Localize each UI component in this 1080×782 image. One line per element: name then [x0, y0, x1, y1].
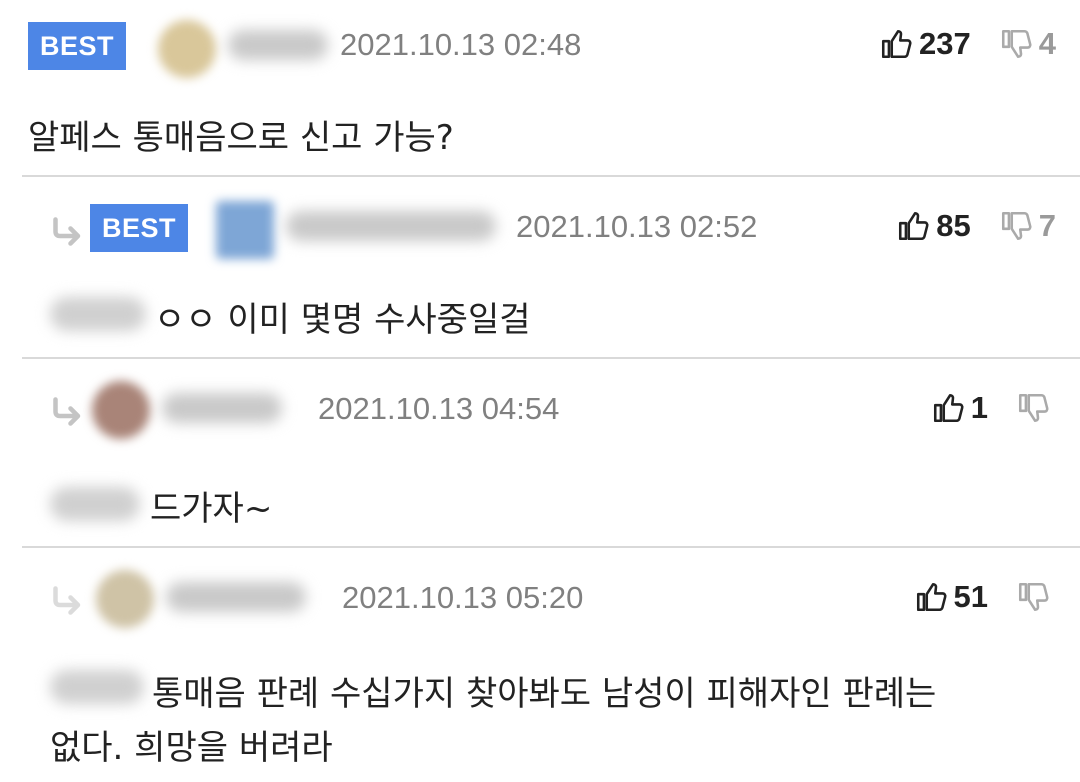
thumbs-up-icon: [896, 209, 930, 243]
comment-date: 2021.10.13 04:54: [318, 391, 560, 426]
nickname-blurred[interactable]: [166, 582, 306, 612]
dislike-button[interactable]: [1016, 580, 1050, 614]
dislike-count: 4: [1038, 26, 1056, 61]
avatar[interactable]: [216, 201, 274, 259]
dislike-button[interactable]: [1016, 391, 1050, 425]
nickname-blurred[interactable]: [162, 393, 282, 423]
comment-4: 2021.10.13 05:20 51 통매음 판례 수십가지 찾아봐도 남성이…: [0, 548, 1080, 782]
thumbs-down-icon: [999, 27, 1033, 61]
thumbs-up-icon: [931, 391, 965, 425]
comment-date: 2021.10.13 02:48: [340, 27, 582, 62]
thumbs-up-icon: [879, 27, 913, 61]
mention-blurred[interactable]: [50, 297, 146, 331]
dislike-button[interactable]: 7: [999, 208, 1056, 244]
comment-1: BEST 2021.10.13 02:48 237 4 알페스 통매음으로 신고…: [0, 0, 1080, 176]
avatar[interactable]: [96, 570, 154, 628]
comment-text-line-1: 통매음 판례 수십가지 찾아봐도 남성이 피해자인 판례는: [152, 674, 937, 714]
like-button[interactable]: 237: [879, 26, 971, 62]
votes: 1: [931, 390, 1050, 426]
avatar[interactable]: [158, 20, 216, 78]
mention-blurred[interactable]: [50, 670, 144, 704]
best-badge: BEST: [90, 204, 189, 252]
votes: 51: [914, 579, 1050, 615]
comment-text: ㅇㅇ 이미 몇명 수사중일걸: [154, 300, 531, 340]
comment-text: 알페스 통매음으로 신고 가능?: [28, 118, 454, 158]
reply-arrow-icon: [48, 395, 84, 431]
comment-date: 2021.10.13 05:20: [342, 580, 584, 615]
like-count: 1: [970, 390, 988, 425]
comment-3: 2021.10.13 04:54 1 드가자~: [0, 359, 1080, 547]
reply-arrow-icon: [48, 215, 84, 251]
dislike-button[interactable]: 4: [999, 26, 1056, 62]
like-button[interactable]: 51: [914, 579, 988, 615]
like-button[interactable]: 85: [896, 208, 971, 244]
thumbs-down-icon: [999, 209, 1033, 243]
best-badge: BEST: [28, 22, 127, 70]
nickname-blurred[interactable]: [286, 211, 496, 241]
like-button[interactable]: 1: [931, 390, 988, 426]
comment-text: 드가자~: [150, 489, 273, 529]
comment-text-line-2: 없다. 희망을 버려라: [50, 728, 333, 768]
comment-2: BEST 2021.10.13 02:52 85 7 ㅇㅇ 이미 몇명 수사중일…: [0, 177, 1080, 357]
nickname-blurred[interactable]: [228, 30, 328, 60]
thumbs-down-icon: [1016, 391, 1050, 425]
thumbs-up-icon: [914, 580, 948, 614]
like-count: 85: [936, 208, 971, 243]
thumbs-down-icon: [1016, 580, 1050, 614]
mention-blurred[interactable]: [50, 487, 140, 521]
like-count: 51: [953, 579, 988, 614]
dislike-count: 7: [1038, 208, 1056, 243]
votes: 237 4: [879, 26, 1056, 62]
avatar[interactable]: [92, 381, 150, 439]
votes: 85 7: [896, 208, 1056, 244]
like-count: 237: [919, 26, 971, 61]
reply-arrow-icon: [48, 584, 84, 620]
comment-date: 2021.10.13 02:52: [516, 209, 758, 244]
